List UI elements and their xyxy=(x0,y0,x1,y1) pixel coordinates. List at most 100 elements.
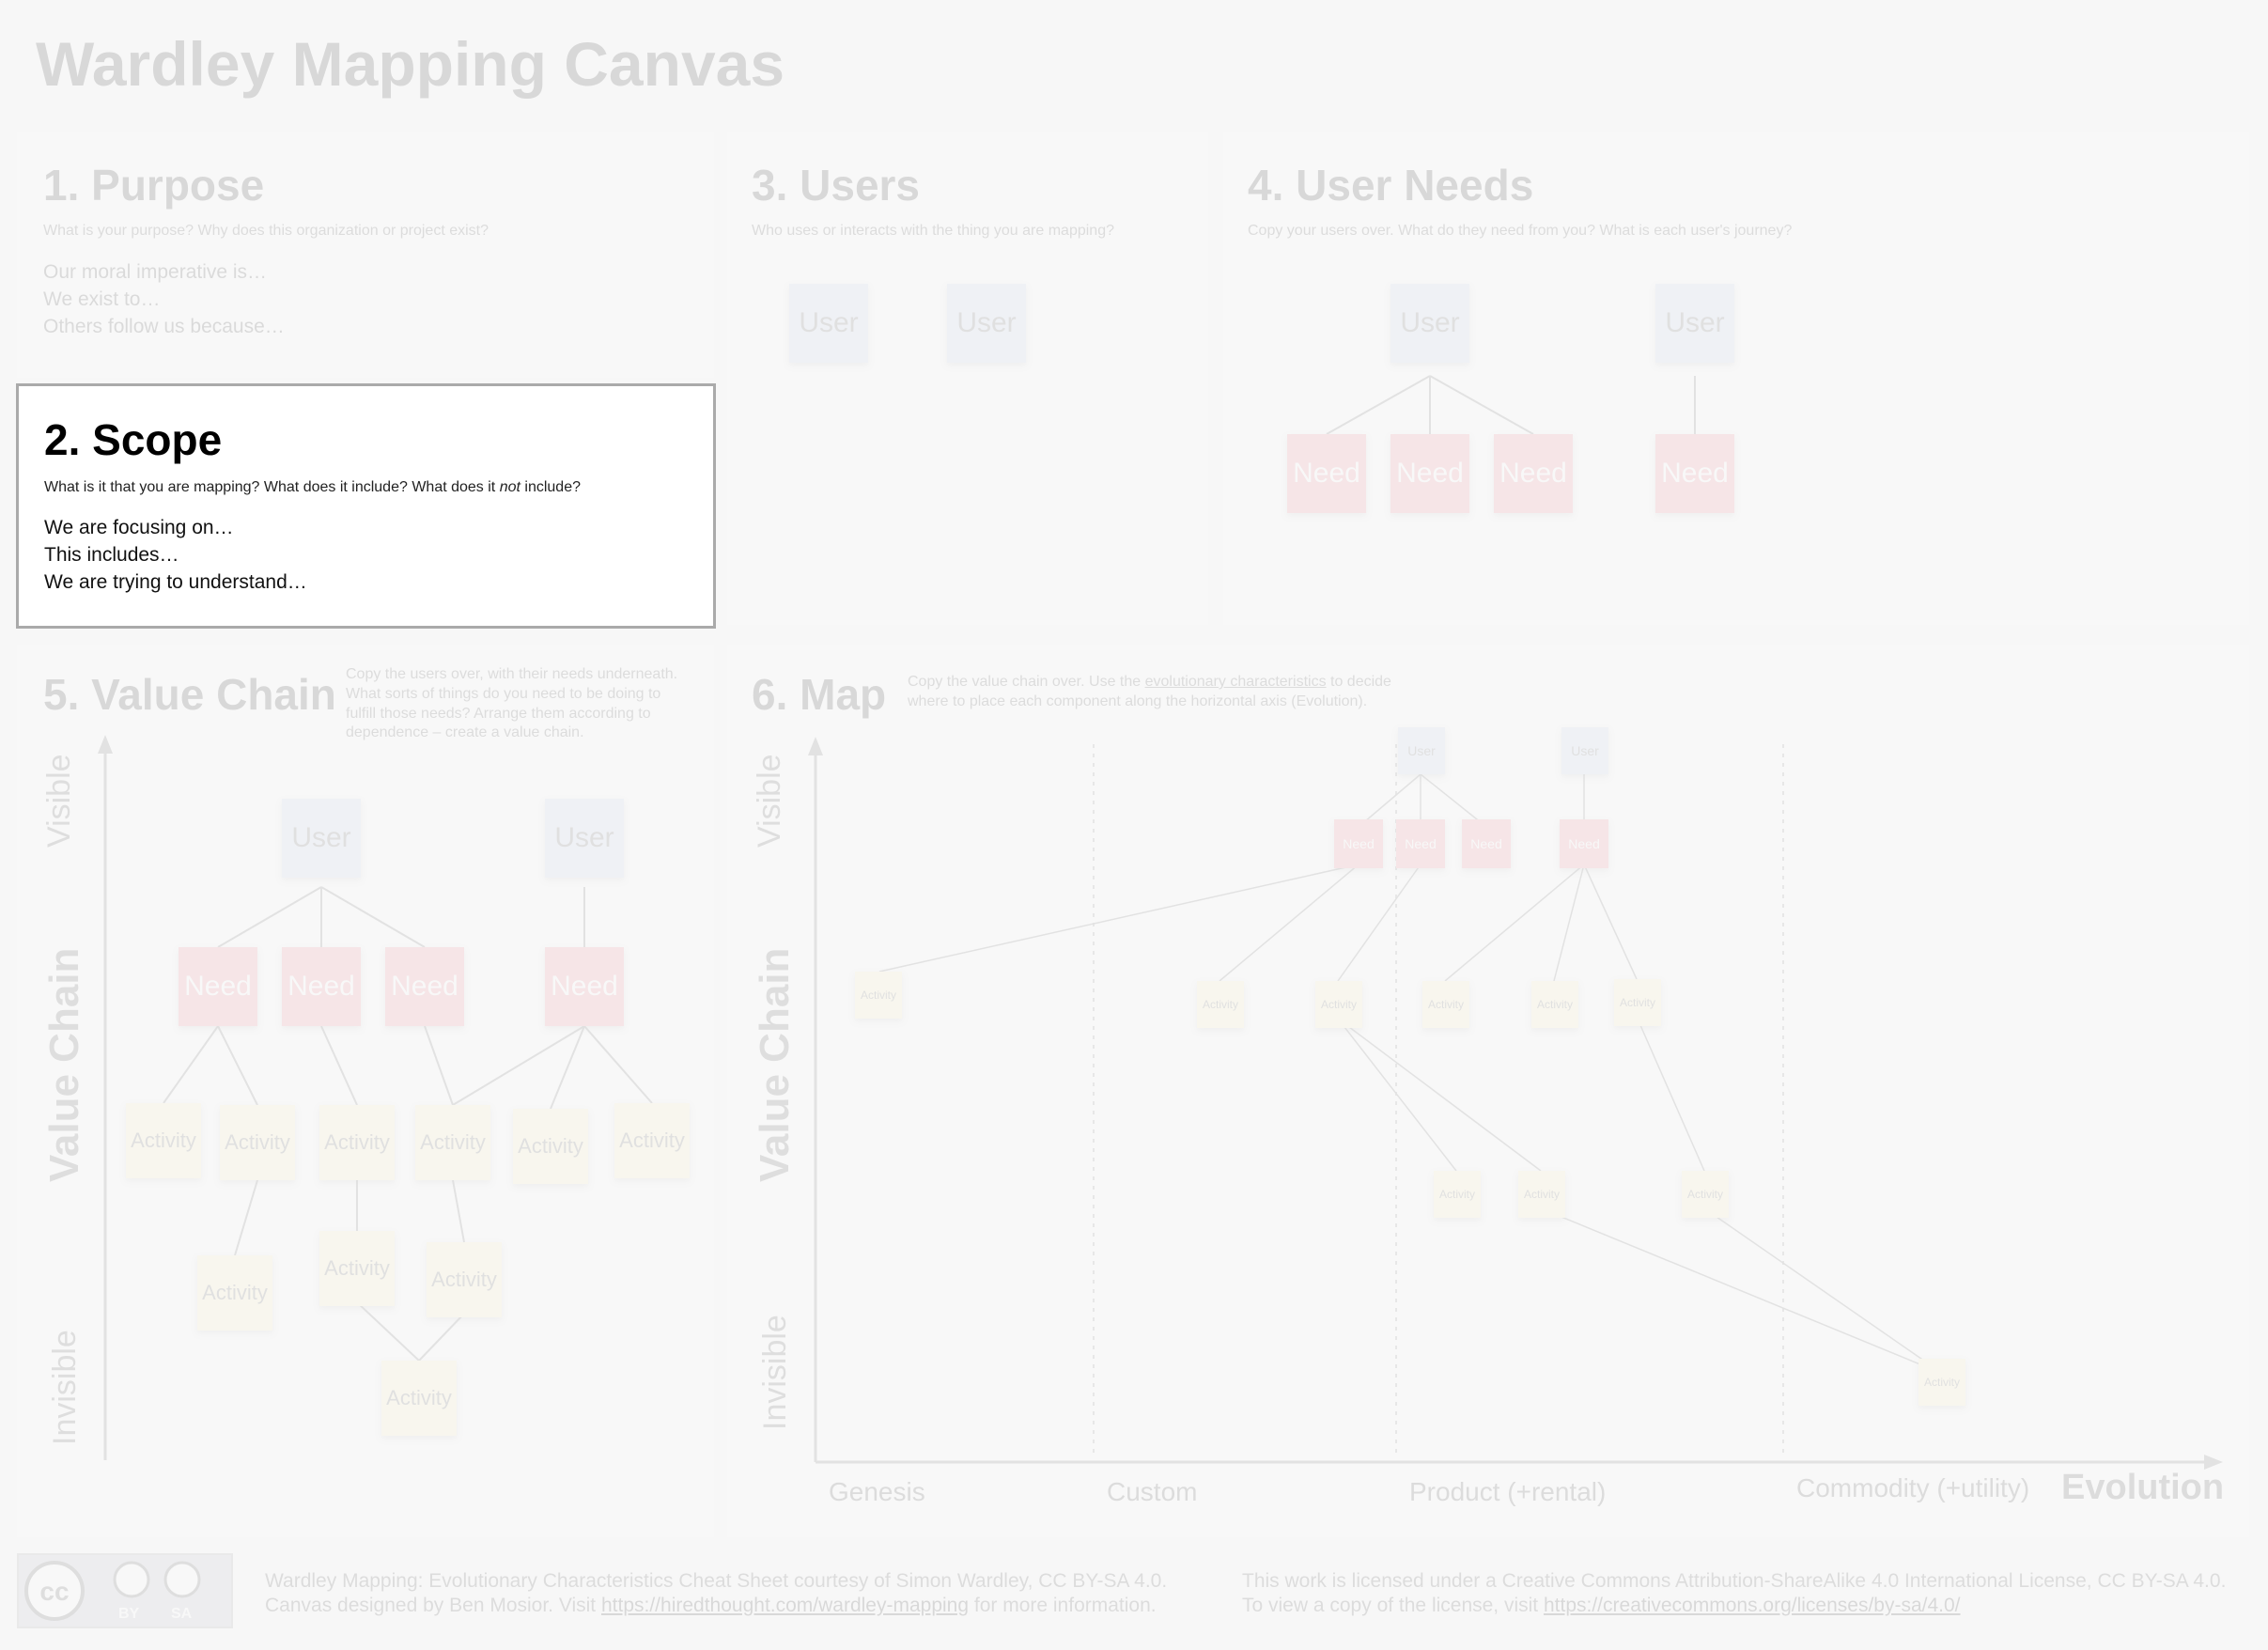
activity-card[interactable]: Activity xyxy=(1682,1171,1729,1218)
activity-card[interactable]: Activity xyxy=(415,1105,490,1180)
user-card[interactable]: User xyxy=(545,799,624,878)
scope-line[interactable]: We are focusing on… xyxy=(44,514,307,541)
users-question: Who uses or interacts with the thing you… xyxy=(752,223,1114,239)
scope-panel[interactable]: 2. Scope What is it that you are mapping… xyxy=(16,383,716,629)
activity-card[interactable]: Activity xyxy=(614,1103,690,1178)
need-card[interactable]: Need xyxy=(1396,819,1445,868)
scope-line[interactable]: We are trying to understand… xyxy=(44,568,307,596)
need-card[interactable]: Need xyxy=(1494,434,1573,513)
value-chain-instructions: Copy the users over, with their needs un… xyxy=(346,666,678,741)
activity-card[interactable]: Activity xyxy=(220,1105,295,1180)
hiredthought-link[interactable]: https://hiredthought.com/wardley-mapping xyxy=(601,1595,969,1616)
footer-license-line: To view a copy of the license, visit htt… xyxy=(1242,1594,2226,1618)
value-chain-heading: 5. Value Chain xyxy=(43,670,336,719)
user-card[interactable]: User xyxy=(1655,284,1734,363)
user-card[interactable]: User xyxy=(1390,284,1469,363)
footer-credit-line: Wardley Mapping: Evolutionary Characteri… xyxy=(265,1570,1168,1592)
footer-credit-line: Canvas designed by Ben Mosior. Visit htt… xyxy=(265,1594,1167,1618)
cc-license-badge: cc BY SA xyxy=(17,1553,233,1628)
value-chain-panel: 5. Value Chain Copy the users over, with… xyxy=(17,645,714,1537)
footer-credits: Wardley Mapping: Evolutionary Characteri… xyxy=(265,1569,1167,1618)
need-card[interactable]: Need xyxy=(545,947,624,1026)
page-title: Wardley Mapping Canvas xyxy=(36,29,785,99)
map-heading: 6. Map xyxy=(752,670,887,719)
user-needs-heading: 4. User Needs xyxy=(1248,161,1534,210)
activity-card[interactable]: Activity xyxy=(1197,981,1244,1028)
activity-card[interactable]: Activity xyxy=(427,1242,502,1317)
cc-sa-label: SA xyxy=(171,1606,193,1622)
activity-card[interactable]: Activity xyxy=(197,1255,272,1331)
stage-custom: Custom xyxy=(1107,1477,1198,1506)
stage-commodity: Commodity (+utility) xyxy=(1796,1473,2030,1502)
activity-card[interactable]: Activity xyxy=(855,972,902,1019)
map-instructions-text: Copy the value chain over. Use the xyxy=(908,674,1145,690)
user-card[interactable]: User xyxy=(282,799,361,878)
activity-card[interactable]: Activity xyxy=(1918,1359,1965,1406)
users-heading: 3. Users xyxy=(752,161,921,210)
user-card[interactable]: User xyxy=(1561,727,1608,774)
map-panel: 6. Map Copy the value chain over. Use th… xyxy=(727,645,2249,1537)
users-panel: 3. Users Who uses or interacts with the … xyxy=(727,132,1208,625)
stage-genesis: Genesis xyxy=(829,1477,925,1506)
need-card[interactable]: Need xyxy=(282,947,361,1026)
need-card[interactable]: Need xyxy=(1560,819,1608,868)
svg-text:cc: cc xyxy=(39,1577,69,1606)
activity-card[interactable]: Activity xyxy=(381,1361,457,1436)
need-card[interactable]: Need xyxy=(385,947,464,1026)
user-needs-question: Copy your users over. What do they need … xyxy=(1248,223,1793,239)
activity-card[interactable]: Activity xyxy=(1531,981,1578,1028)
user-needs-panel: 4. User Needs Copy your users over. What… xyxy=(1223,132,2249,625)
user-card[interactable]: User xyxy=(1398,727,1445,774)
footer-license: This work is licensed under a Creative C… xyxy=(1242,1569,2226,1618)
need-card[interactable]: Need xyxy=(1390,434,1469,513)
value-chain-axis-label: Value Chain xyxy=(41,947,87,1182)
by-icon xyxy=(113,1561,150,1598)
need-card[interactable]: Need xyxy=(1287,434,1366,513)
user-card[interactable]: User xyxy=(789,284,868,363)
cc-by-label: BY xyxy=(118,1606,140,1622)
activity-card[interactable]: Activity xyxy=(513,1109,588,1184)
evolutionary-characteristics-link[interactable]: evolutionary characteristics xyxy=(1145,674,1327,690)
purpose-question: What is your purpose? Why does this orga… xyxy=(43,223,489,239)
activity-card[interactable]: Activity xyxy=(1518,1171,1565,1218)
value-chain-axis-visible: Visible xyxy=(41,754,77,848)
activity-card[interactable]: Activity xyxy=(1422,981,1469,1028)
scope-question: What is it that you are mapping? What do… xyxy=(44,478,581,498)
purpose-panel: 1. Purpose What is your purpose? Why doe… xyxy=(17,132,714,378)
scope-question-emphasis: not xyxy=(499,479,520,495)
map-axis-label: Value Chain xyxy=(752,947,798,1182)
activity-card[interactable]: Activity xyxy=(1434,1171,1481,1218)
activity-card[interactable]: Activity xyxy=(319,1105,395,1180)
scope-question-text: What is it that you are mapping? What do… xyxy=(44,479,500,495)
need-card[interactable]: Need xyxy=(179,947,257,1026)
purpose-lines: Our moral imperative is… We exist to… Ot… xyxy=(43,258,285,340)
creativecommons-link[interactable]: https://creativecommons.org/licenses/by-… xyxy=(1544,1595,1961,1616)
user-card[interactable]: User xyxy=(947,284,1026,363)
scope-question-text: include? xyxy=(520,479,581,495)
value-chain-diagram xyxy=(98,735,653,1460)
scope-lines: We are focusing on… This includes… We ar… xyxy=(44,514,307,596)
map-axis-visible: Visible xyxy=(752,754,787,848)
evolution-axis-label: Evolution xyxy=(2061,1468,2225,1507)
need-card[interactable]: Need xyxy=(1462,819,1511,868)
scope-heading: 2. Scope xyxy=(44,415,223,464)
footer-text: Canvas designed by Ben Mosior. Visit xyxy=(265,1595,601,1616)
footer-text: To view a copy of the license, visit xyxy=(1242,1595,1544,1616)
footer-text: for more information. xyxy=(969,1595,1157,1616)
stage-product: Product (+rental) xyxy=(1409,1477,1607,1506)
activity-card[interactable]: Activity xyxy=(126,1103,201,1178)
need-card[interactable]: Need xyxy=(1334,819,1383,868)
scope-line[interactable]: This includes… xyxy=(44,541,307,568)
activity-card[interactable]: Activity xyxy=(1315,981,1362,1028)
purpose-line: Our moral imperative is… xyxy=(43,261,268,283)
sa-icon xyxy=(163,1561,201,1598)
purpose-line: We exist to… xyxy=(43,288,161,310)
activity-card[interactable]: Activity xyxy=(1614,979,1661,1026)
purpose-line: Others follow us because… xyxy=(43,316,285,337)
activity-card[interactable]: Activity xyxy=(319,1231,395,1306)
map-diagram xyxy=(808,737,2223,1470)
map-axis-invisible: Invisible xyxy=(757,1315,793,1430)
need-card[interactable]: Need xyxy=(1655,434,1734,513)
map-instructions: Copy the value chain over. Use the evolu… xyxy=(908,673,1434,712)
purpose-heading: 1. Purpose xyxy=(43,161,265,210)
